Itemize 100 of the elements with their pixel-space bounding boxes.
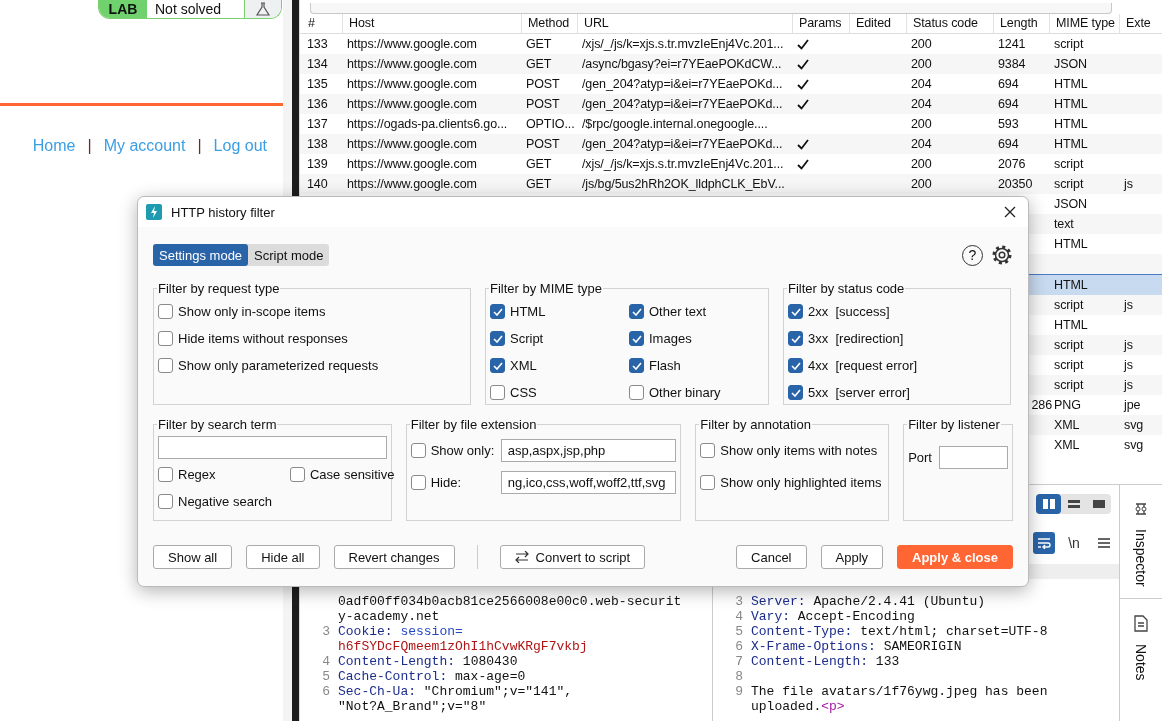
icon-cell[interactable]: [244, 0, 281, 18]
checkbox[interactable]: [410, 474, 426, 490]
column-header[interactable]: Length: [993, 14, 1049, 33]
close-icon[interactable]: [1004, 206, 1016, 218]
code-line: y-academy.net: [338, 609, 440, 624]
table-cell: 140: [307, 177, 328, 191]
table-row[interactable]: 136 https://www.google.com POST /gen_204?atyp=i&ei=r7YEaePOKd... 204 694 HTML: [300, 94, 1162, 114]
checkbox-label[interactable]: Show only parameterized requests: [178, 358, 379, 373]
code-line: Content-Type: text/html; charset=UTF-8: [751, 624, 1048, 639]
dialog-button[interactable]: Revert changes: [333, 545, 455, 569]
port-field[interactable]: [939, 446, 1008, 469]
table-row[interactable]: 137 https://ogads-pa.clients6.go... OPTIO... /$rpc/google.internal.onegoogle.... 200 593 HTML: [300, 114, 1162, 134]
checkbox[interactable]: [158, 494, 173, 509]
extension-field[interactable]: ng,ico,css,woff,woff2,ttf,svg: [500, 470, 677, 494]
checkbox[interactable]: [158, 358, 173, 373]
checkbox[interactable]: [788, 304, 803, 319]
checkbox[interactable]: [158, 331, 173, 346]
column-header[interactable]: Method: [521, 14, 577, 33]
dialog-button[interactable]: Apply: [820, 545, 884, 569]
line-number: 3: [735, 594, 743, 609]
checkbox[interactable]: [700, 474, 716, 490]
checkbox-label[interactable]: XML: [510, 358, 537, 373]
table-cell: 137: [307, 117, 328, 131]
table-row[interactable]: 140 https://www.google.com GET /js/bg/5us2hRh2OK_lldphCLK_EbV... 200 20350 script js: [300, 174, 1162, 194]
line-number: 4: [735, 609, 743, 624]
table-row[interactable]: 134 https://www.google.com GET /async/bgasy?ei=r7YEaePOKdCW... 200 9384 JSON: [300, 54, 1162, 74]
settings-icon[interactable]: [991, 244, 1013, 266]
convert-button[interactable]: Convert to script: [499, 545, 646, 569]
checkbox[interactable]: [788, 331, 803, 346]
checkbox[interactable]: [158, 467, 173, 482]
single-pane-icon: [1092, 498, 1105, 509]
checkbox[interactable]: [629, 331, 644, 346]
table-row[interactable]: 135 https://www.google.com POST /gen_204?atyp=i&ei=r7YEaePOKd... 204 694 HTML: [300, 74, 1162, 94]
group-title: Filter by request type: [157, 281, 281, 296]
checkbox-label[interactable]: Images: [649, 331, 692, 346]
code-line: Sec-Ch-Ua: "Chromium";v="141",: [338, 684, 573, 699]
table-cell: script: [1054, 177, 1084, 191]
checkbox[interactable]: [788, 385, 803, 400]
table-cell: js: [1124, 177, 1133, 191]
checkbox[interactable]: [700, 442, 716, 458]
checkbox[interactable]: [490, 358, 505, 373]
checkbox-label[interactable]: Show only items with notes: [720, 442, 878, 458]
checkbox-label[interactable]: Show only in-scope items: [178, 304, 326, 319]
checkbox-label[interactable]: Show only highlighted items: [720, 474, 882, 490]
column-header[interactable]: #: [300, 14, 342, 33]
checkbox[interactable]: [629, 358, 644, 373]
checkbox[interactable]: [158, 304, 173, 319]
table-row[interactable]: 139 https://www.google.com GET /xjs/_/js/k=xjs.s.tr.mvzIeEnj4Vc.201... 200 2076 script: [300, 154, 1162, 174]
column-header[interactable]: MIME type: [1049, 14, 1119, 33]
checkbox-label[interactable]: Negative search: [178, 494, 272, 509]
newline-button[interactable]: \n: [1063, 532, 1085, 554]
table-cell: 134: [307, 57, 328, 71]
table-cell: 135: [307, 77, 328, 91]
checkbox-label[interactable]: Other text: [649, 304, 707, 319]
checkbox-label[interactable]: 4xx [request error]: [808, 358, 918, 373]
dialog-button[interactable]: Hide all: [246, 545, 320, 569]
table-row[interactable]: 133 https://www.google.com GET /xjs/_/js/k=xjs.s.tr.mvzIeEnj4Vc.201... 200 1241 script: [300, 34, 1162, 54]
mode-tab[interactable]: Settings mode: [153, 244, 249, 266]
column-header[interactable]: Host: [342, 14, 521, 33]
checkbox[interactable]: [490, 304, 505, 319]
column-header[interactable]: Exte: [1119, 14, 1162, 33]
dialog-button[interactable]: Cancel: [736, 545, 807, 569]
checkbox[interactable]: [629, 385, 644, 400]
checkbox-label[interactable]: Show only:: [430, 442, 496, 458]
table-cell: GET: [526, 57, 552, 71]
checkbox-label[interactable]: 2xx [success]: [808, 304, 890, 319]
column-header[interactable]: URL: [577, 14, 792, 33]
checkbox-label[interactable]: CSS: [510, 385, 537, 400]
checkbox[interactable]: [410, 442, 426, 458]
notes-tab[interactable]: Notes: [1120, 599, 1162, 681]
checkbox[interactable]: [490, 385, 505, 400]
table-cell: /xjs/_/js/k=xjs.s.tr.mvzIeEnj4Vc.201...: [582, 157, 784, 171]
checkbox-label[interactable]: Script: [510, 331, 544, 346]
wrap-button[interactable]: [1033, 532, 1055, 554]
mode-tab[interactable]: Script mode: [248, 244, 330, 266]
table-row[interactable]: 138 https://www.google.com POST /gen_204?atyp=i&ei=r7YEaePOKd... 204 694 HTML: [300, 134, 1162, 154]
checkbox[interactable]: [289, 467, 305, 482]
checkbox-label[interactable]: Case sensitive: [309, 467, 395, 482]
checkbox-label[interactable]: Hide items without responses: [178, 331, 348, 346]
checkbox[interactable]: [788, 358, 803, 373]
checkbox[interactable]: [629, 304, 644, 319]
inspector-tab[interactable]: Inspector: [1120, 485, 1162, 599]
columns-layout-button[interactable]: [1036, 493, 1061, 514]
two-rows-icon: [1067, 498, 1080, 509]
checkbox-label[interactable]: Regex: [178, 467, 216, 482]
extension-field[interactable]: asp,aspx,jsp,php: [500, 438, 677, 462]
search-field[interactable]: [158, 436, 387, 459]
column-header[interactable]: Edited: [849, 14, 906, 33]
checkbox-label[interactable]: Other binary: [649, 385, 721, 400]
checkbox-label[interactable]: HTML: [510, 304, 546, 319]
checkbox-label[interactable]: Flash: [649, 358, 681, 373]
table-cell: 204: [911, 97, 932, 111]
column-header[interactable]: Params: [792, 14, 849, 33]
checkbox-label[interactable]: 5xx [server error]: [808, 385, 910, 400]
dialog-button[interactable]: Show all: [153, 545, 233, 569]
checkbox-label[interactable]: 3xx [redirection]: [808, 331, 904, 346]
checkbox[interactable]: [490, 331, 505, 346]
checkbox-label[interactable]: Hide:: [430, 474, 496, 490]
code-line: X-Frame-Options: SAMEORIGIN: [751, 639, 962, 654]
column-header[interactable]: Status code: [906, 14, 993, 33]
